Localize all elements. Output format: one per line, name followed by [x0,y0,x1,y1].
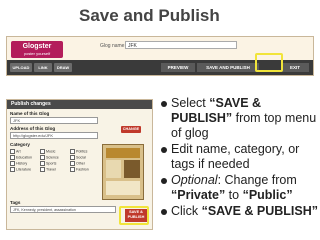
glog-name-label: Glog name: [100,43,126,49]
category-option[interactable]: Literature [10,167,31,172]
glog-address-field[interactable]: http://glogster.edu/JFK [10,132,98,139]
checkbox-icon [70,167,75,172]
publish-changes-header: Publish changes [7,100,152,109]
glog-address-label: Address of this Glog [10,126,56,131]
category-option[interactable]: Fashion [70,167,89,172]
tags-label: Tags [10,200,21,205]
bullet-icon [161,178,167,184]
category-option[interactable]: Education [10,155,32,160]
category-option[interactable]: Music [40,149,55,154]
checkbox-icon [70,155,75,160]
glog-thumbnail [102,144,144,200]
change-address-button[interactable]: CHANGE [121,126,141,133]
preview-button[interactable]: PREVIEW [161,63,195,72]
highlight-arrow-save-publish [255,53,283,72]
draw-button[interactable]: DRAW [54,63,72,72]
checkbox-icon [40,161,45,166]
category-option[interactable]: Other [70,161,85,166]
category-option[interactable]: Social [70,155,86,160]
glog-name-input[interactable]: JFK [125,41,237,49]
logo-text: Glogster [22,43,52,50]
category-option[interactable]: History [10,161,27,166]
link-button[interactable]: LINK [34,63,52,72]
instruction-item: Edit name, category, or tags if needed [158,142,318,172]
save-and-publish-button[interactable]: SAVE AND PUBLISH [197,63,259,72]
glogster-toolbar-screenshot: Glogster poster yourself Glog name: JFK … [6,36,314,76]
publish-changes-screenshot: Publish changes Name of this Glog JFK Ad… [6,99,153,230]
category-option[interactable]: Science [40,155,59,160]
logo-tagline: poster yourself [23,51,51,56]
upload-button[interactable]: UPLOAD [10,63,32,72]
instruction-item: Click “SAVE & PUBLISH” [158,204,318,219]
category-option[interactable]: Art [10,149,21,154]
instruction-item: Optional: Change from “Private” to “Publ… [158,173,318,203]
category-option[interactable]: Politics [70,149,87,154]
bullet-icon [161,209,167,215]
glogster-logo: Glogster poster yourself [11,41,63,58]
slide-title: Save and Publish [79,6,220,25]
checkbox-icon [10,155,15,160]
checkbox-icon [40,167,45,172]
instruction-item: Select “SAVE & PUBLISH” from top menu of… [158,96,318,141]
category-option[interactable]: Sports [40,161,56,166]
checkbox-icon [70,149,75,154]
category-option[interactable]: Travel [40,167,56,172]
glog-name-field[interactable]: JFK [10,117,98,124]
instruction-list: Select “SAVE & PUBLISH” from top menu of… [158,96,318,220]
bullet-icon [161,101,167,107]
checkbox-icon [10,161,15,166]
checkbox-icon [10,167,15,172]
category-label: Category [10,142,30,147]
checkbox-icon [40,155,45,160]
checkbox-icon [40,149,45,154]
checkbox-icon [70,161,75,166]
bullet-icon [161,147,167,153]
glog-name-field-label: Name of this Glog [10,111,50,116]
highlight-arrow-panel-save [119,206,149,225]
exit-button[interactable]: EXIT [281,63,309,72]
tags-field[interactable]: JFK, Kennedy, president, assassination [10,206,116,213]
checkbox-icon [10,149,15,154]
